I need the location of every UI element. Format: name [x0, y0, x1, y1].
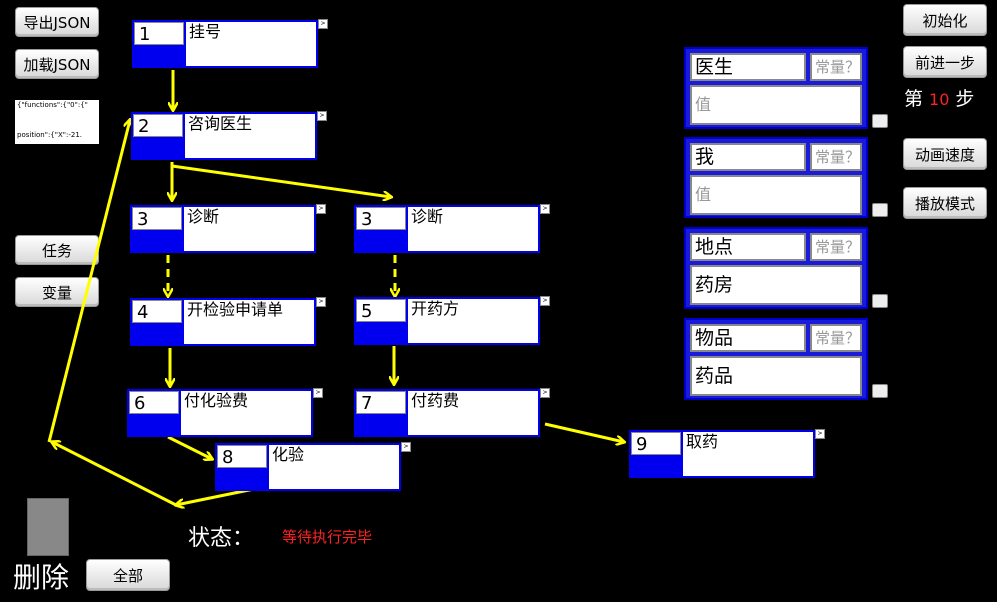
- variable-toggle[interactable]: [872, 203, 888, 217]
- expand-icon[interactable]: >: [815, 429, 825, 439]
- task-node[interactable]: 2 咨询医生 >: [131, 111, 327, 160]
- expand-icon[interactable]: >: [313, 388, 323, 398]
- variable-toggle[interactable]: [872, 114, 888, 128]
- task-node[interactable]: 8 化验 >: [215, 442, 411, 491]
- variable-constant-field[interactable]: 常量？: [810, 324, 862, 352]
- variable-panel[interactable]: 地点 常量？ 药房: [684, 227, 868, 309]
- status-label: 状态：: [188, 526, 255, 551]
- task-title: 取药: [686, 432, 719, 451]
- variable-value-field[interactable]: 值: [690, 85, 862, 125]
- task-title: 诊断: [411, 207, 444, 226]
- task-node[interactable]: 3 诊断 >: [130, 204, 326, 253]
- task-node[interactable]: 9 取药 >: [629, 429, 825, 478]
- task-title: 开检验申请单: [187, 300, 284, 319]
- variable-name-field[interactable]: 物品: [690, 324, 806, 352]
- arrow-7-9: [544, 422, 624, 442]
- step-suffix: 步: [955, 88, 975, 110]
- expand-icon[interactable]: >: [540, 388, 550, 398]
- variable-name-field[interactable]: 我: [690, 143, 806, 171]
- task-node[interactable]: 1 挂号 >: [132, 19, 328, 68]
- variable-toggle[interactable]: [872, 384, 888, 398]
- variable-panel[interactable]: 医生 常量？ 值: [684, 47, 868, 129]
- task-title: 化验: [272, 445, 305, 464]
- task-node[interactable]: 6 付化验费 >: [127, 388, 323, 437]
- task-number: 1: [139, 24, 151, 45]
- task-title: 付化验费: [184, 391, 249, 410]
- task-number: 9: [636, 434, 648, 455]
- expand-icon[interactable]: >: [540, 204, 550, 214]
- expand-icon[interactable]: >: [316, 297, 326, 307]
- task-title: 开药方: [411, 299, 460, 318]
- task-number: 3: [361, 209, 373, 230]
- task-node[interactable]: 5 开药方 >: [354, 296, 550, 345]
- arrow-6-8: [167, 435, 212, 459]
- status-value: 等待执行完毕: [282, 528, 373, 546]
- delete-label: 删除: [13, 561, 70, 594]
- arrow-loop-b: [47, 120, 130, 443]
- task-node[interactable]: 3 诊断 >: [354, 204, 550, 253]
- variable-value-field[interactable]: 值: [690, 175, 862, 215]
- variable-toggle[interactable]: [872, 294, 888, 308]
- task-number: 8: [222, 447, 234, 468]
- variable-constant-field[interactable]: 常量？: [810, 53, 862, 81]
- variable-name-field[interactable]: 地点: [690, 233, 806, 261]
- arrow-8-loop: [176, 487, 255, 505]
- task-title: 诊断: [187, 207, 220, 226]
- variable-name-field[interactable]: 医生: [690, 53, 806, 81]
- expand-icon[interactable]: >: [318, 19, 328, 29]
- variable-constant-field[interactable]: 常量？: [810, 233, 862, 261]
- expand-icon[interactable]: >: [316, 204, 326, 214]
- variable-value-field[interactable]: 药品: [690, 356, 862, 396]
- task-number: 2: [138, 116, 150, 137]
- task-node[interactable]: 4 开检验申请单 >: [130, 297, 326, 346]
- step-prefix: 第: [904, 88, 924, 110]
- task-number: 6: [134, 393, 146, 414]
- task-title: 付药费: [411, 391, 460, 410]
- expand-icon[interactable]: >: [540, 296, 550, 306]
- arrow-2-3b: [171, 164, 391, 197]
- step-counter: 第 10 步: [904, 84, 974, 111]
- variable-panel[interactable]: 物品 常量？ 药品: [684, 318, 868, 400]
- expand-icon[interactable]: >: [317, 111, 327, 121]
- animation-speed-button[interactable]: 动画速度: [903, 138, 987, 170]
- step-number: 10: [929, 90, 950, 109]
- task-number: 7: [361, 393, 373, 414]
- task-number: 3: [137, 209, 149, 230]
- task-node[interactable]: 7 付药费 >: [354, 388, 550, 437]
- task-title: 挂号: [189, 22, 222, 41]
- task-number: 5: [361, 301, 373, 322]
- variable-panel[interactable]: 我 常量？ 值: [684, 137, 868, 218]
- step-forward-button[interactable]: 前进一步: [903, 46, 987, 78]
- delete-all-button[interactable]: 全部: [86, 559, 170, 591]
- variable-constant-field[interactable]: 常量？: [810, 143, 862, 171]
- task-title: 咨询医生: [188, 114, 253, 133]
- variable-value-field[interactable]: 药房: [690, 265, 862, 305]
- arrow-loop-a: [52, 442, 177, 507]
- init-button[interactable]: 初始化: [903, 4, 987, 36]
- expand-icon[interactable]: >: [401, 442, 411, 452]
- task-number: 4: [137, 302, 149, 323]
- trash-icon[interactable]: [27, 498, 69, 556]
- play-mode-button[interactable]: 播放模式: [903, 187, 987, 219]
